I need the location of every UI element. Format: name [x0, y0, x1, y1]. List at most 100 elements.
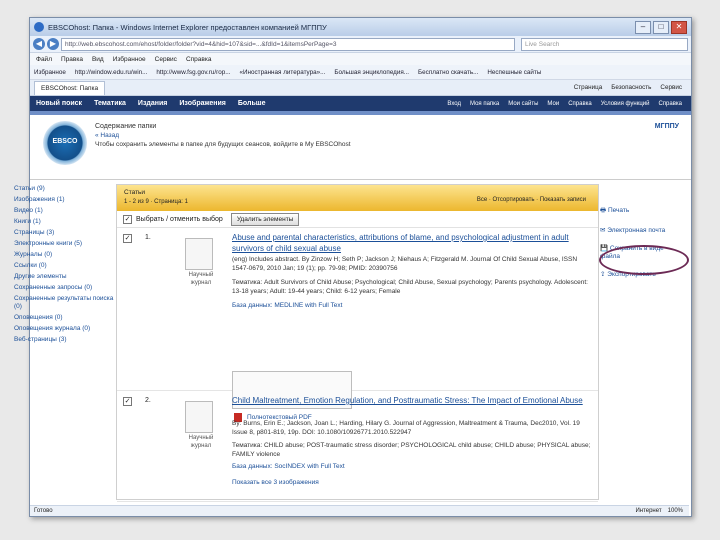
nav-folder[interactable]: Моя папка [470, 101, 499, 107]
result-record: ✓ 1. Научный журнал Abuse and parental c… [117, 228, 598, 422]
nav-subjects[interactable]: Тематика [94, 100, 126, 107]
page-header: EBSCO Содержание папки « Назад Чтобы сох… [30, 115, 691, 180]
menu-edit[interactable]: Правка [61, 56, 83, 63]
nav-new-search[interactable]: Новый поиск [36, 100, 82, 107]
nav-more[interactable]: Больше [238, 100, 266, 107]
menu-view[interactable]: Вид [92, 56, 104, 63]
ebsco-logo: EBSCO [43, 121, 87, 165]
nav-mysites[interactable]: Мои сайты [508, 101, 538, 107]
sidebar-item[interactable]: Сохраненные результаты поиска (0) [14, 295, 114, 311]
ie-icon [34, 22, 44, 32]
fav-link[interactable]: http://window.edu.ru/win... [75, 69, 147, 76]
tools-menu[interactable]: Сервис [660, 84, 682, 91]
email-action[interactable]: ✉ Электронная почта [600, 227, 682, 235]
fav-link[interactable]: Бесплатно скачать... [418, 69, 478, 76]
url-input[interactable]: http://web.ebscohost.com/ehost/folder/fo… [61, 37, 515, 51]
nav-my[interactable]: Мои [547, 101, 559, 107]
minimize-button[interactable]: – [635, 20, 651, 34]
nav-signin[interactable]: Вход [447, 101, 461, 107]
nav-publications[interactable]: Издания [138, 100, 167, 107]
folder-sidebar: Статьи (9) Изображения (1) Видео (1) Кни… [14, 185, 114, 347]
tab-ebscohost[interactable]: EBSCOhost: Папка [34, 80, 106, 95]
folder-title: Статьи [124, 189, 146, 196]
back-link[interactable]: « Назад [95, 132, 119, 139]
back-icon[interactable]: ◀ [33, 38, 45, 50]
page-menu[interactable]: Страница [574, 84, 603, 91]
highlight-ellipse [599, 245, 689, 275]
menu-bar: Файл Правка Вид Избранное Сервис Справка [30, 53, 691, 65]
record-title[interactable]: Child Maltreatment, Emotion Regulation, … [232, 395, 592, 406]
print-action[interactable]: 🖶 Печать [600, 207, 682, 215]
close-button[interactable]: ✕ [671, 20, 687, 34]
signin-hint: Чтобы сохранить элементы в папке для буд… [95, 141, 351, 148]
record-database: База данных: SocINDEX with Full Text [232, 463, 345, 470]
record-number: 2. [145, 397, 151, 404]
record-database: База данных: MEDLINE with Full Text [232, 302, 343, 309]
command-bar: Страница Безопасность Сервис [574, 84, 691, 91]
record-type: Научный журнал [188, 435, 214, 449]
record-checkbox[interactable]: ✓ [123, 397, 132, 406]
sidebar-item[interactable]: Журналы (0) [14, 251, 114, 259]
folder-pagination: 1 - 2 из 9 · Страница: 1 [124, 199, 188, 205]
page-title: Содержание папки [95, 123, 157, 130]
sidebar-item[interactable]: Оповещения (0) [14, 314, 114, 322]
fav-link[interactable]: «Иностранная литература»... [240, 69, 326, 76]
sidebar-item[interactable]: Сохраненные запросы (0) [14, 284, 114, 292]
record-checkbox[interactable]: ✓ [123, 234, 132, 243]
sidebar-item[interactable]: Оповещения журнала (0) [14, 325, 114, 333]
ebsco-nav: Новый поиск Тематика Издания Изображения… [30, 96, 691, 111]
select-all-checkbox[interactable]: ✓ [123, 214, 132, 224]
delete-items-button[interactable]: Удалить элементы [230, 212, 300, 226]
sidebar-item[interactable]: Статьи (9) [14, 185, 114, 193]
safety-menu[interactable]: Безопасность [611, 84, 651, 91]
nav-help[interactable]: Справка [568, 101, 592, 107]
status-bar: Готово Интернет 100% [30, 505, 689, 516]
folder-content: Статьи 1 - 2 из 9 · Страница: 1 Все · От… [116, 184, 599, 502]
sidebar-item[interactable]: Изображения (1) [14, 196, 114, 204]
sidebar-item[interactable]: Книги (1) [14, 218, 114, 226]
search-input[interactable]: Live Search [521, 37, 688, 51]
sidebar-item[interactable]: Электронные книги (5) [14, 240, 114, 248]
fav-link[interactable]: http://www.fsg.gov.ru/гор... [156, 69, 230, 76]
window-title: EBSCOhost: Папка - Windows Internet Expl… [48, 22, 327, 32]
sidebar-item[interactable]: Видео (1) [14, 207, 114, 215]
record-meta: (eng) Includes abstract. By Zinzow H; Se… [232, 256, 578, 272]
record-number: 1. [145, 234, 151, 241]
record-subjects: Тематика: CHILD abuse; POST-traumatic st… [232, 442, 591, 458]
show-images-link[interactable]: Показать все 3 изображения [232, 479, 319, 486]
address-bar: ◀ ▶ http://web.ebscohost.com/ehost/folde… [30, 36, 691, 53]
status-text: Готово [34, 508, 53, 514]
favorites-bar: Избранное http://window.edu.ru/win... ht… [30, 65, 691, 80]
folder-header: Статьи 1 - 2 из 9 · Страница: 1 Все · От… [117, 185, 598, 211]
journal-icon [185, 238, 213, 270]
security-zone: Интернет [635, 508, 662, 514]
sidebar-item[interactable]: Веб-страницы (3) [14, 336, 114, 344]
fav-link[interactable]: Неспешные сайты [487, 69, 541, 76]
favorites-button[interactable]: Избранное [34, 69, 66, 76]
sidebar-item[interactable]: Страницы (3) [14, 229, 114, 237]
maximize-button[interactable]: □ [653, 20, 669, 34]
sidebar-item[interactable]: Другие элементы [14, 273, 114, 281]
nav-help-2[interactable]: Справка [658, 101, 682, 107]
folder-controls[interactable]: Все · Отсортировать · Показать записи [477, 197, 586, 203]
record-title[interactable]: Abuse and parental characteristics, attr… [232, 232, 592, 254]
tab-row: EBSCOhost: Папка Страница Безопасность С… [30, 80, 691, 96]
nav-images[interactable]: Изображения [179, 100, 225, 107]
forward-icon[interactable]: ▶ [47, 38, 59, 50]
menu-help[interactable]: Справка [186, 56, 212, 63]
zoom-level[interactable]: 100% [668, 506, 683, 516]
nav-features[interactable]: Условия функций [601, 101, 650, 107]
fav-link[interactable]: Большая энциклопедия... [334, 69, 409, 76]
institution-name: МГППУ [654, 123, 679, 130]
email-label: Электронная почта [607, 227, 666, 234]
result-record: ✓ 2. Научный журнал Child Maltreatment, … [117, 391, 598, 502]
menu-file[interactable]: Файл [36, 56, 52, 63]
title-bar: EBSCOhost: Папка - Windows Internet Expl… [30, 18, 691, 36]
menu-favorites[interactable]: Избранное [113, 56, 146, 63]
select-bar: ✓ Выбрать / отменить выбор Удалить элеме… [117, 211, 598, 228]
menu-tools[interactable]: Сервис [155, 56, 177, 63]
sidebar-item[interactable]: Ссылки (0) [14, 262, 114, 270]
print-label: Печать [607, 207, 630, 214]
ebsco-nav-right: Вход Моя папка Мои сайты Мои Справка Усл… [447, 101, 691, 107]
journal-icon [185, 401, 213, 433]
